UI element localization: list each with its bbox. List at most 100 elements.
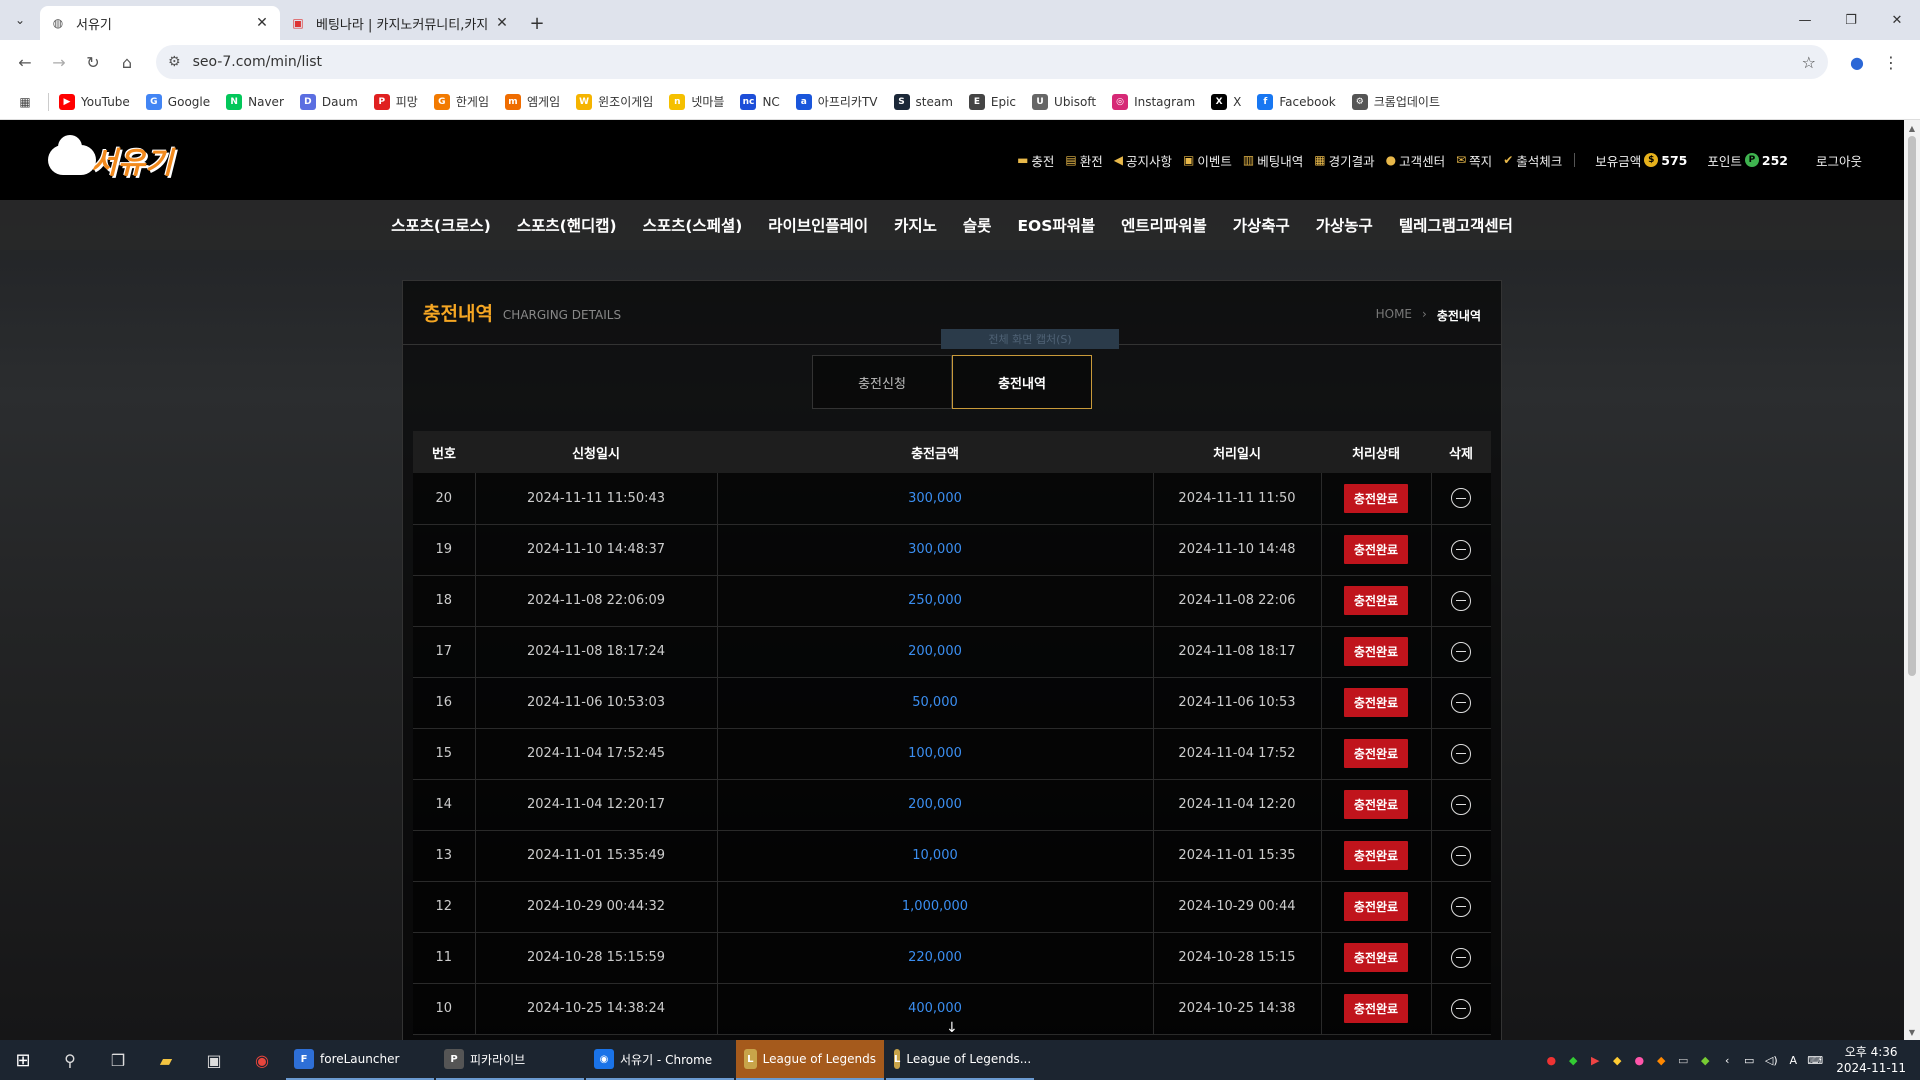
- top-menu-item[interactable]: ▥ 베팅내역: [1243, 151, 1303, 170]
- tray-app-icon[interactable]: ●: [1540, 1054, 1562, 1067]
- top-menu-item[interactable]: ✔ 출석체크: [1503, 151, 1562, 170]
- main-nav-item[interactable]: 엔트리파워볼: [1121, 214, 1207, 236]
- profile-avatar-icon[interactable]: ●: [1840, 45, 1874, 79]
- tray-chat-icon[interactable]: ●: [1628, 1054, 1650, 1067]
- bookmark-item[interactable]: nc NC: [740, 93, 780, 110]
- bookmark-item[interactable]: ▶ YouTube: [59, 93, 130, 110]
- bookmark-item[interactable]: a 아프리카TV: [795, 93, 878, 110]
- main-nav-item[interactable]: 스포츠(스페셜): [643, 214, 743, 236]
- tab-charge-request[interactable]: 충전신청: [812, 355, 952, 409]
- file-explorer-icon[interactable]: ▰: [142, 1040, 190, 1080]
- delete-minus-circle-icon[interactable]: [1451, 539, 1472, 560]
- delete-minus-circle-icon[interactable]: [1451, 896, 1472, 917]
- bookmark-item[interactable]: E Epic: [968, 93, 1016, 110]
- delete-minus-circle-icon[interactable]: [1451, 692, 1472, 713]
- ime-mode-icon[interactable]: A: [1782, 1054, 1804, 1067]
- tray-app-icon[interactable]: ◆: [1650, 1054, 1672, 1067]
- apps-grid-icon[interactable]: ▦: [14, 91, 36, 113]
- close-window-icon[interactable]: ✕: [1874, 0, 1920, 40]
- minimize-icon[interactable]: —: [1782, 0, 1828, 40]
- tray-shield-icon[interactable]: ◆: [1562, 1054, 1584, 1067]
- new-tab-plus-icon[interactable]: +: [520, 6, 554, 40]
- volume-icon[interactable]: ◁): [1760, 1054, 1782, 1067]
- reload-icon[interactable]: ↻: [76, 45, 110, 79]
- tray-play-icon[interactable]: ▶: [1584, 1054, 1606, 1067]
- main-nav-item[interactable]: 가상농구: [1316, 214, 1373, 236]
- top-menu-item[interactable]: ▦ 경기결과: [1314, 151, 1374, 170]
- delete-minus-circle-icon[interactable]: [1451, 488, 1472, 509]
- delete-minus-circle-icon[interactable]: [1451, 794, 1472, 815]
- delete-minus-circle-icon[interactable]: [1451, 641, 1472, 662]
- bookmark-item[interactable]: ◎ Instagram: [1112, 93, 1195, 110]
- breadcrumb-home[interactable]: HOME: [1376, 307, 1412, 324]
- bookmark-item[interactable]: n 넷마블: [669, 93, 724, 110]
- bookmark-item[interactable]: f Facebook: [1257, 93, 1336, 110]
- home-icon[interactable]: ⌂: [110, 45, 144, 79]
- delete-minus-circle-icon[interactable]: [1451, 947, 1472, 968]
- top-menu-item[interactable]: ● 고객센터: [1386, 151, 1446, 170]
- delete-minus-circle-icon[interactable]: [1451, 845, 1472, 866]
- bookmark-item[interactable]: D Daum: [299, 93, 358, 110]
- top-menu-item[interactable]: ▤ 환전: [1065, 151, 1102, 170]
- bookmark-item[interactable]: Ssteam: [893, 93, 953, 110]
- main-nav-item[interactable]: 스포츠(핸디캡): [517, 214, 617, 236]
- forward-arrow-icon[interactable]: →: [42, 45, 76, 79]
- browser-tab-active[interactable]: ◍ 서유기 ✕: [40, 6, 280, 40]
- network-icon[interactable]: ▭: [1738, 1054, 1760, 1067]
- site-info-icon[interactable]: ⚙: [168, 54, 181, 70]
- store-icon[interactable]: ▣: [190, 1040, 238, 1080]
- main-nav-item[interactable]: 카지노: [894, 214, 937, 236]
- delete-minus-circle-icon[interactable]: [1451, 590, 1472, 611]
- tab-charge-history[interactable]: 충전내역: [952, 355, 1092, 409]
- bookmark-star-icon[interactable]: ☆: [1802, 53, 1816, 72]
- bookmark-item[interactable]: W 윈조이게임: [576, 93, 653, 110]
- logout-link[interactable]: 로그아웃: [1816, 151, 1862, 170]
- main-nav-item[interactable]: 스포츠(크로스): [391, 214, 491, 236]
- url-text[interactable]: seo-7.com/min/list: [193, 54, 1802, 70]
- main-nav-item[interactable]: 슬롯: [963, 214, 992, 236]
- top-menu-item[interactable]: ▬ 충전: [1017, 151, 1054, 170]
- taskbar-app-button[interactable]: FforeLauncher: [286, 1040, 434, 1080]
- chrome-icon[interactable]: ◉: [238, 1040, 286, 1080]
- tab-search-chevron-icon[interactable]: ⌄: [0, 0, 40, 40]
- search-icon[interactable]: ⚲: [46, 1040, 94, 1080]
- bookmark-item[interactable]: m 엠게임: [504, 93, 560, 110]
- close-tab-icon[interactable]: ✕: [494, 15, 510, 31]
- scroll-up-icon[interactable]: ▲: [1904, 120, 1920, 136]
- scroll-down-arrow-icon[interactable]: ↓: [946, 1020, 962, 1036]
- clock[interactable]: 오후 4:36 2024-11-11: [1836, 1044, 1906, 1076]
- bookmark-item[interactable]: XX: [1211, 93, 1241, 110]
- bookmark-item[interactable]: G 한게임: [433, 93, 489, 110]
- top-menu-item[interactable]: ▣ 이벤트: [1183, 151, 1232, 170]
- page-scrollbar[interactable]: ▲ ▼: [1904, 120, 1920, 1040]
- address-bar[interactable]: ⚙ seo-7.com/min/list ☆: [156, 45, 1828, 79]
- taskbar-app-button[interactable]: L League of Legends: [736, 1040, 884, 1080]
- bookmark-item[interactable]: U Ubisoft: [1032, 93, 1096, 110]
- restore-icon[interactable]: ❐: [1828, 0, 1874, 40]
- browser-tab[interactable]: ▣ 베팅나라 | 카지노커뮤니티,카지 ✕: [280, 6, 520, 40]
- delete-minus-circle-icon[interactable]: [1451, 998, 1472, 1019]
- main-nav-item[interactable]: EOS파워볼: [1017, 214, 1095, 236]
- scrollbar-thumb[interactable]: [1908, 136, 1916, 676]
- taskbar-app-button[interactable]: P 피카라이브: [436, 1040, 584, 1080]
- top-menu-item[interactable]: ✉ 쪽지: [1456, 151, 1492, 170]
- main-nav-item[interactable]: 텔레그램고객센터: [1399, 214, 1513, 236]
- bookmark-item[interactable]: G Google: [145, 93, 210, 110]
- main-nav-item[interactable]: 가상축구: [1233, 214, 1290, 236]
- menu-kebab-icon[interactable]: ⋮: [1874, 45, 1908, 79]
- tray-security-icon[interactable]: ◆: [1606, 1054, 1628, 1067]
- tray-chevron-icon[interactable]: ‹: [1716, 1054, 1738, 1067]
- site-logo[interactable]: 서유기: [48, 135, 173, 182]
- back-arrow-icon[interactable]: ←: [8, 45, 42, 79]
- taskbar-app-button[interactable]: ◉ 서유기 - Chrome: [586, 1040, 734, 1080]
- delete-minus-circle-icon[interactable]: [1451, 743, 1472, 764]
- bookmark-item[interactable]: P 피망: [373, 93, 418, 110]
- tray-app-icon[interactable]: ▭: [1672, 1054, 1694, 1067]
- close-tab-icon[interactable]: ✕: [254, 15, 270, 31]
- main-nav-item[interactable]: 라이브인플레이: [768, 214, 868, 236]
- bookmark-item[interactable]: N Naver: [226, 93, 284, 110]
- windows-start-icon[interactable]: ⊞: [0, 1040, 46, 1080]
- task-view-icon[interactable]: ❒: [94, 1040, 142, 1080]
- top-menu-item[interactable]: ◀ 공지사항: [1114, 151, 1172, 170]
- bookmark-item[interactable]: ⚙ 크롬업데이트: [1351, 93, 1440, 110]
